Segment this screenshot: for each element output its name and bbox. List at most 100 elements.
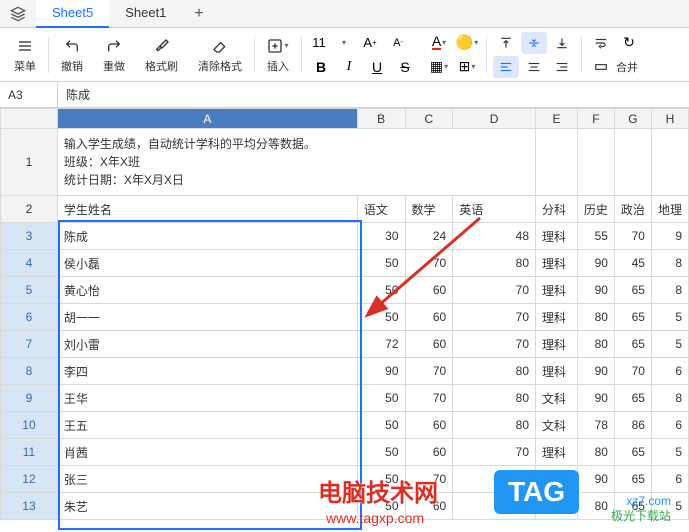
header-c3[interactable]: 英语 <box>453 196 536 223</box>
col-head-e[interactable]: E <box>536 109 578 129</box>
col-head-b[interactable]: B <box>357 109 405 129</box>
row-head[interactable]: 6 <box>1 304 58 331</box>
cell-style-button[interactable]: ▦▾ <box>426 56 452 78</box>
formula-content[interactable]: 陈成 <box>58 86 689 103</box>
cell-name[interactable]: 王华 <box>57 385 357 412</box>
row-head[interactable]: 2 <box>1 196 58 223</box>
description-cell[interactable]: 输入学生成绩，自动统计学科的平均分等数据。班级：X年X班统计日期：X年X月X日 <box>57 129 535 196</box>
cell[interactable]: 78 <box>577 412 614 439</box>
italic-button[interactable]: I <box>336 56 362 78</box>
cell[interactable]: 9 <box>651 223 688 250</box>
cell-name[interactable]: 侯小磊 <box>57 250 357 277</box>
cell[interactable]: 5 <box>651 439 688 466</box>
align-right-button[interactable] <box>549 56 575 78</box>
row-head[interactable]: 1 <box>1 129 58 196</box>
cell[interactable]: 90 <box>577 385 614 412</box>
row-head[interactable]: 4 <box>1 250 58 277</box>
cell[interactable]: 80 <box>577 331 614 358</box>
cell[interactable] <box>651 129 688 196</box>
cell[interactable]: 理科 <box>536 304 578 331</box>
layers-icon[interactable] <box>8 4 28 24</box>
cell[interactable]: 24 <box>405 223 453 250</box>
row-head[interactable]: 11 <box>1 439 58 466</box>
cell[interactable]: 80 <box>453 250 536 277</box>
underline-button[interactable]: U <box>364 56 390 78</box>
cell[interactable]: 90 <box>577 358 614 385</box>
row-head[interactable]: 8 <box>1 358 58 385</box>
cell[interactable]: 5 <box>651 304 688 331</box>
borders-button[interactable]: ⊞▾ <box>454 56 480 78</box>
fill-color-button[interactable]: 🟡▾ <box>454 32 480 54</box>
col-head-f[interactable]: F <box>577 109 614 129</box>
cell[interactable] <box>577 129 614 196</box>
cell[interactable]: 90 <box>577 466 614 493</box>
cell[interactable]: 80 <box>453 358 536 385</box>
orientation-button[interactable]: ↻ <box>616 32 642 54</box>
font-decrease-button[interactable]: A- <box>385 32 411 54</box>
valign-top-button[interactable] <box>493 32 519 54</box>
header-c5[interactable]: 历史 <box>577 196 614 223</box>
font-size-control[interactable]: 11 ▾ <box>308 35 355 50</box>
cell[interactable]: 55 <box>577 223 614 250</box>
cell[interactable]: 70 <box>453 331 536 358</box>
cell[interactable]: 70 <box>453 277 536 304</box>
cell-name[interactable]: 肖茜 <box>57 439 357 466</box>
cell[interactable]: 文科 <box>536 385 578 412</box>
cell[interactable]: 70 <box>405 385 453 412</box>
col-head-h[interactable]: H <box>651 109 688 129</box>
cell[interactable]: 理科 <box>536 331 578 358</box>
valign-middle-button[interactable] <box>521 32 547 54</box>
cell[interactable]: 50 <box>357 385 405 412</box>
cell-name[interactable]: 朱艺 <box>57 493 357 520</box>
merge-button[interactable] <box>588 56 614 78</box>
cell[interactable]: 50 <box>357 412 405 439</box>
cell[interactable]: 60 <box>405 277 453 304</box>
font-increase-button[interactable]: A+ <box>357 32 383 54</box>
menu-button[interactable]: 菜单 <box>4 32 46 78</box>
cell-name[interactable]: 胡一一 <box>57 304 357 331</box>
col-head-g[interactable]: G <box>614 109 651 129</box>
cell-name[interactable]: 黄心怡 <box>57 277 357 304</box>
cell[interactable]: 48 <box>453 223 536 250</box>
cell[interactable]: 80 <box>577 493 614 520</box>
cell[interactable]: 文科 <box>536 412 578 439</box>
cell[interactable]: 70 <box>614 358 651 385</box>
insert-button[interactable]: ▾ 插入 <box>257 32 299 78</box>
cell[interactable]: 80 <box>577 439 614 466</box>
cell[interactable]: 6 <box>651 466 688 493</box>
cell[interactable]: 理科 <box>536 223 578 250</box>
cell[interactable]: 5 <box>651 331 688 358</box>
bold-button[interactable]: B <box>308 56 334 78</box>
clear-format-button[interactable]: 清除格式 <box>188 32 252 78</box>
cell[interactable]: 90 <box>357 358 405 385</box>
row-head[interactable]: 3 <box>1 223 58 250</box>
header-c1[interactable]: 语文 <box>357 196 405 223</box>
cell[interactable]: 6 <box>651 358 688 385</box>
row-head[interactable]: 12 <box>1 466 58 493</box>
cell[interactable]: 70 <box>405 358 453 385</box>
cell[interactable]: 60 <box>405 439 453 466</box>
redo-button[interactable]: 重做 <box>93 32 135 78</box>
col-head-c[interactable]: C <box>405 109 453 129</box>
cell[interactable]: 90 <box>577 277 614 304</box>
select-all-corner[interactable] <box>1 109 58 129</box>
cell[interactable]: 70 <box>453 439 536 466</box>
cell[interactable]: 65 <box>614 385 651 412</box>
spreadsheet-grid[interactable]: A B C D E F G H 1 输入学生成绩，自动统计学科的平均分等数据。班… <box>0 108 689 520</box>
cell[interactable]: 70 <box>614 223 651 250</box>
row-head[interactable]: 13 <box>1 493 58 520</box>
cell[interactable]: 80 <box>577 304 614 331</box>
cell-name[interactable]: 王五 <box>57 412 357 439</box>
cell[interactable]: 80 <box>453 385 536 412</box>
format-painter-button[interactable]: 格式刷 <box>135 32 188 78</box>
header-c4[interactable]: 分科 <box>536 196 578 223</box>
cell[interactable]: 理科 <box>536 277 578 304</box>
cell-name[interactable]: 刘小雷 <box>57 331 357 358</box>
align-center-button[interactable] <box>521 56 547 78</box>
cell[interactable]: 50 <box>357 439 405 466</box>
sheet-tab-other[interactable]: Sheet1 <box>109 0 182 28</box>
row-head[interactable]: 9 <box>1 385 58 412</box>
cell[interactable]: 8 <box>651 277 688 304</box>
cell[interactable]: 60 <box>405 331 453 358</box>
cell-name[interactable]: 张三 <box>57 466 357 493</box>
